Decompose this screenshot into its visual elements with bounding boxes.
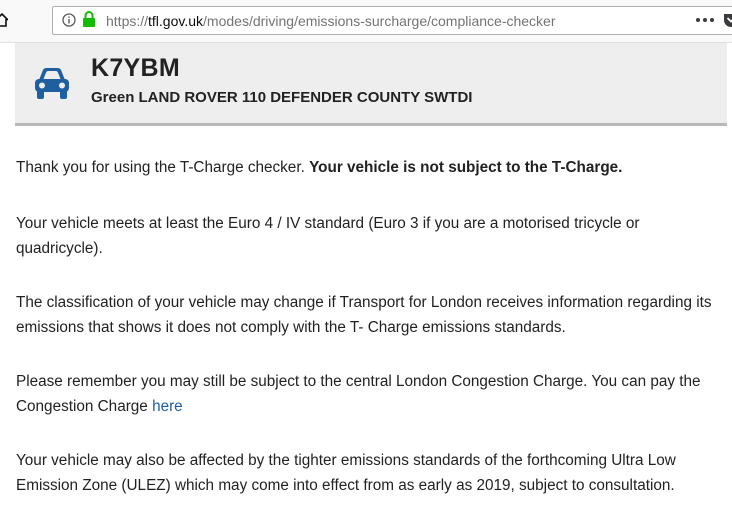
url-scheme: https:// — [106, 13, 149, 29]
pay-congestion-charge-link[interactable]: here — [152, 398, 183, 415]
ulez-notice: Your vehicle may also be affected by the… — [16, 452, 676, 494]
euro-standard-text: Your vehicle meets at least the Euro 4 /… — [16, 215, 640, 257]
address-bar[interactable]: https://tfl.gov.uk/modes/driving/emissio… — [52, 6, 732, 35]
pocket-icon[interactable] — [723, 12, 732, 28]
vehicle-registration: K7YBM — [91, 54, 181, 82]
home-icon[interactable] — [0, 13, 8, 27]
car-icon — [35, 68, 69, 99]
url-text[interactable]: https://tfl.gov.uk/modes/driving/emissio… — [106, 12, 556, 30]
vehicle-description: Green LAND ROVER 110 DEFENDER COUNTY SWT… — [91, 89, 473, 106]
info-icon[interactable] — [62, 13, 76, 27]
browser-toolbar: https://tfl.gov.uk/modes/driving/emissio… — [0, 0, 732, 43]
result-intro: Thank you for using the T-Charge checker… — [16, 156, 716, 181]
secure-lock-icon[interactable] — [82, 11, 96, 27]
congestion-charge-notice: Please remember you may still be subject… — [16, 370, 716, 419]
congestion-charge-text: Please remember you may still be subject… — [16, 373, 701, 415]
classification-notice: The classification of your vehicle may c… — [16, 294, 712, 336]
compliance-status: Your vehicle is not subject to the T-Cha… — [309, 159, 623, 176]
intro-text: Thank you for using the T-Charge checker… — [16, 159, 310, 176]
url-path: /modes/driving/emissions-surcharge/compl… — [203, 13, 556, 29]
vehicle-summary-panel: K7YBM Green LAND ROVER 110 DEFENDER COUN… — [15, 43, 727, 126]
more-actions-icon[interactable] — [695, 12, 715, 28]
url-host: tfl.gov.uk — [148, 13, 204, 29]
